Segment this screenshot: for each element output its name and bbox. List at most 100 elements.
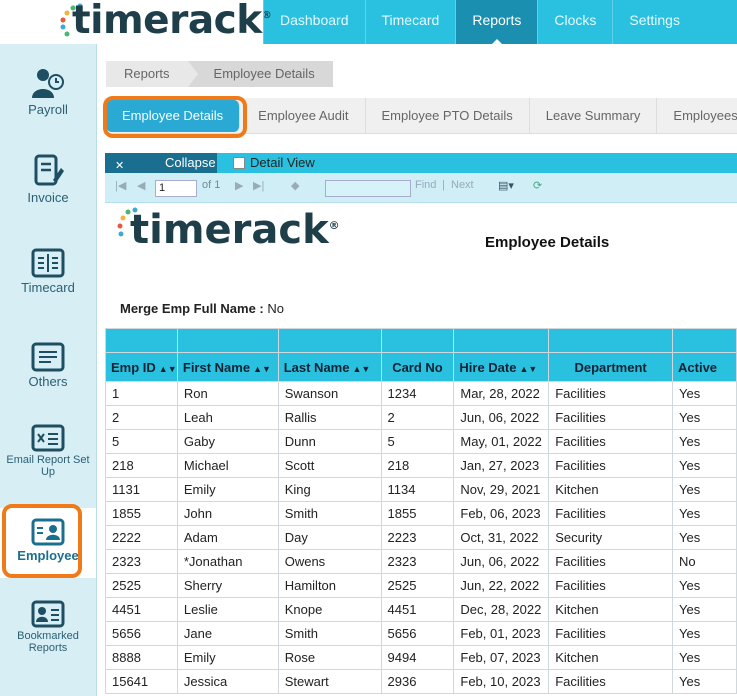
- report-toolbar: ✕ Collapse Detail View: [105, 153, 737, 173]
- app-root: timerack® Dashboard Timecard Reports Clo…: [0, 0, 737, 696]
- table-cell: Jun, 22, 2022: [453, 573, 550, 598]
- table-row: 2 Leah Rallis 2 Jun, 06, 2022 Facilities Yes: [105, 405, 737, 430]
- table-cell: Security: [548, 525, 674, 550]
- table-cell: Ron: [176, 381, 279, 406]
- detail-view-checkbox[interactable]: [233, 156, 245, 169]
- logo[interactable]: timerack®: [0, 0, 272, 44]
- col-last-name[interactable]: Last Name ▲▼: [277, 352, 382, 382]
- collapse-button[interactable]: ✕ Collapse: [105, 153, 217, 173]
- table-cell: Facilities: [548, 549, 674, 574]
- col-emp-id[interactable]: Emp ID ▲▼: [105, 352, 178, 382]
- table-row: 15641 Jessica Stewart 2936 Feb, 10, 2023 Faci…: [105, 669, 737, 694]
- sidebar-label-email-report: Email Report Set Up: [6, 454, 90, 478]
- table-cell: 1131: [105, 477, 178, 502]
- table-cell: Adam: [176, 525, 279, 550]
- table-cell: 1855: [105, 501, 178, 526]
- detail-view-toggle[interactable]: Detail View: [233, 155, 315, 170]
- prev-page-icon[interactable]: ◀: [137, 179, 145, 192]
- sidebar: Payroll Invoice Timecard Others Email Re…: [0, 44, 97, 696]
- last-page-icon[interactable]: ▶|: [253, 179, 264, 192]
- breadcrumb-employee-details: Employee Details: [187, 61, 333, 87]
- nav-settings[interactable]: Settings: [612, 0, 696, 44]
- timecard-icon: [31, 248, 65, 278]
- table-cell: Facilities: [548, 501, 674, 526]
- sidebar-item-invoice[interactable]: Invoice: [0, 154, 96, 205]
- table-cell: 1: [105, 381, 178, 406]
- table-cell: Facilities: [548, 453, 674, 478]
- nav-clocks[interactable]: Clocks: [537, 0, 612, 44]
- sidebar-label-bookmarked: Bookmarked Reports: [17, 630, 79, 654]
- table-cell: 2223: [380, 525, 455, 550]
- table-cell: Kitchen: [548, 645, 674, 670]
- nav-timecard[interactable]: Timecard: [364, 0, 456, 44]
- table-cell: Knope: [277, 597, 382, 622]
- table-cell: Facilities: [548, 669, 674, 694]
- sidebar-item-others[interactable]: Others: [0, 342, 96, 389]
- report-logo: timerack®: [130, 207, 340, 253]
- email-report-icon: [31, 424, 65, 452]
- table-cell: 9494: [380, 645, 455, 670]
- sidebar-label-timecard: Timecard: [21, 280, 75, 295]
- table-cell: Smith: [277, 501, 382, 526]
- nav-dashboard[interactable]: Dashboard: [263, 0, 365, 44]
- collapse-label: Collapse: [165, 155, 216, 170]
- first-page-icon[interactable]: |◀: [115, 179, 126, 192]
- table-cell: Facilities: [548, 381, 674, 406]
- table-cell: 5: [105, 429, 178, 454]
- table-cell: Swanson: [277, 381, 382, 406]
- table-row: 218 Michael Scott 218 Jan, 27, 2023 Facilitie…: [105, 453, 737, 478]
- table-cell: Jun, 06, 2022: [453, 549, 550, 574]
- table-cell: Yes: [672, 453, 737, 478]
- page-count: of 1: [202, 179, 221, 191]
- refresh-icon[interactable]: ⟳: [533, 179, 542, 192]
- table-cell: Yes: [672, 525, 737, 550]
- table-cell: King: [277, 477, 382, 502]
- col-first-name[interactable]: First Name ▲▼: [176, 352, 279, 382]
- tab-leave-summary[interactable]: Leave Summary: [530, 98, 658, 134]
- next-page-icon[interactable]: ▶: [235, 179, 243, 192]
- table-cell: Yes: [672, 381, 737, 406]
- find-link[interactable]: Find: [415, 179, 436, 191]
- table-cell: May, 01, 2022: [453, 429, 550, 454]
- table-row: 1 Ron Swanson 1234 Mar, 28, 2022 Facilities Ye…: [105, 381, 737, 406]
- table-cell: Jan, 27, 2023: [453, 453, 550, 478]
- table-cell: *Jonathan: [176, 549, 279, 574]
- table-cell: Yes: [672, 669, 737, 694]
- table-cell: Owens: [277, 549, 382, 574]
- table-cell: Oct, 31, 2022: [453, 525, 550, 550]
- table-cell: 5656: [380, 621, 455, 646]
- tab-employees[interactable]: Employees: [657, 98, 737, 134]
- sidebar-item-email-report[interactable]: Email Report Set Up: [0, 424, 96, 478]
- tab-employee-pto-details[interactable]: Employee PTO Details: [366, 98, 530, 134]
- table-row: 1855 John Smith 1855 Feb, 06, 2023 Facilities…: [105, 501, 737, 526]
- report-body: timerack® Employee Details Merge Emp Ful…: [105, 204, 737, 696]
- sidebar-item-payroll[interactable]: Payroll: [0, 66, 96, 117]
- breadcrumb-reports[interactable]: Reports: [106, 61, 198, 87]
- table-cell: Leah: [176, 405, 279, 430]
- col-hire-date[interactable]: Hire Date ▲▼: [453, 352, 550, 382]
- invoice-icon: [34, 154, 64, 186]
- find-input[interactable]: [325, 180, 411, 197]
- sidebar-item-timecard[interactable]: Timecard: [0, 248, 96, 295]
- next-link[interactable]: Next: [451, 179, 474, 191]
- sidebar-item-bookmarked[interactable]: Bookmarked Reports: [0, 600, 96, 654]
- brand-name: timerack®: [72, 0, 272, 43]
- col-active: Active: [672, 352, 737, 382]
- col-department: Department: [548, 352, 674, 382]
- table-cell: Leslie: [176, 597, 279, 622]
- table-cell: Nov, 29, 2021: [453, 477, 550, 502]
- sidebar-label-invoice: Invoice: [27, 190, 69, 205]
- merge-setting: Merge Emp Full Name : No: [120, 301, 284, 316]
- back-icon[interactable]: ◆: [291, 179, 299, 192]
- tab-employee-audit[interactable]: Employee Audit: [242, 98, 366, 134]
- export-icon[interactable]: ▤▾: [498, 179, 514, 192]
- nav-reports[interactable]: Reports: [455, 0, 538, 45]
- find-separator: |: [442, 179, 445, 191]
- breadcrumb: Reports Employee Details: [106, 61, 333, 87]
- sort-icon: ▲▼: [352, 363, 371, 374]
- table-cell: 5: [380, 429, 455, 454]
- employee-table: Emp ID ▲▼ First Name ▲▼ Last Name ▲▼ Card N…: [105, 328, 737, 694]
- page-number-input[interactable]: 1: [155, 180, 197, 197]
- table-cell: Gaby: [176, 429, 279, 454]
- table-body: 1 Ron Swanson 1234 Mar, 28, 2022 Facilities Ye…: [105, 381, 737, 694]
